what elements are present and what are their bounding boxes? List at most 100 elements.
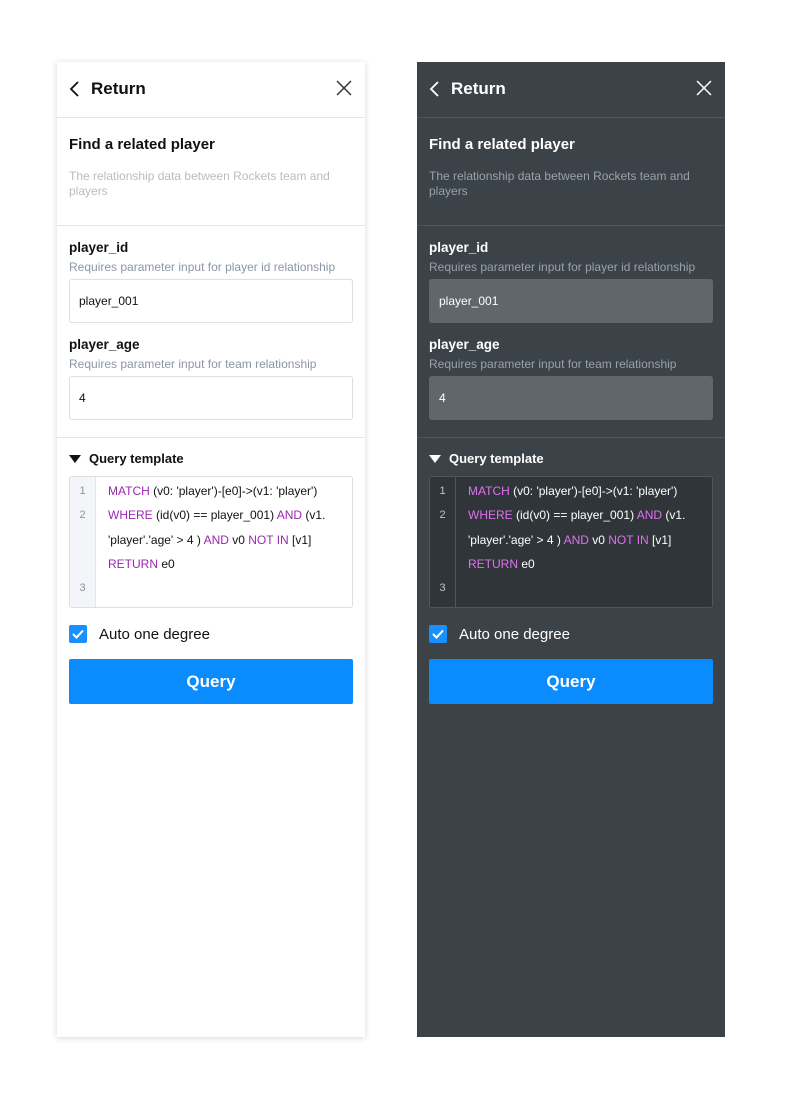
- player-age-input[interactable]: 4: [429, 376, 713, 420]
- code-text: (v1.: [302, 508, 326, 523]
- line-number: 1: [79, 485, 86, 497]
- return-label: Return: [451, 79, 506, 98]
- query-panel-dark: Return Find a related player The relatio…: [417, 62, 725, 1037]
- code-keyword: RETURN: [108, 556, 158, 571]
- code-text: 'player'.'age' > 4 ): [108, 532, 204, 547]
- intro-section: Find a related player The relationship d…: [57, 118, 365, 226]
- param-player-age: player_age Requires parameter input for …: [69, 337, 353, 420]
- query-button[interactable]: Query: [429, 659, 713, 704]
- code-line: 'player'.'age' > 4 ) AND v0 NOT IN [v1]: [108, 533, 352, 557]
- chevron-left-icon: [429, 81, 439, 97]
- close-icon[interactable]: [335, 79, 353, 97]
- code-editor[interactable]: 1 2 3 MATCH (v0: 'player')-[e0]->(v1: 'pla…: [429, 476, 713, 608]
- line-number: [70, 533, 95, 557]
- code-text: (id(v0) == player_001): [152, 508, 277, 523]
- caret-down-icon: [69, 454, 81, 463]
- code-content[interactable]: MATCH (v0: 'player')-[e0]->(v1: 'player'…: [456, 477, 712, 607]
- checkbox-checked-icon[interactable]: [69, 625, 87, 643]
- query-template-section: Query template 1 2 3 MATCH (v0: 'player')-…: [57, 438, 365, 704]
- line-number: [430, 557, 455, 581]
- player-age-input[interactable]: 4: [69, 376, 353, 420]
- code-text: [v1]: [648, 532, 672, 547]
- auto-one-degree-checkbox[interactable]: Auto one degree: [429, 625, 713, 643]
- param-label: player_id: [69, 240, 129, 255]
- code-keyword: AND: [276, 508, 303, 523]
- param-player-id: player_id Requires parameter input for p…: [69, 240, 353, 323]
- code-text: e0: [158, 556, 175, 571]
- query-template-section: Query template 1 2 3 MATCH (v0: 'player')-…: [417, 438, 725, 704]
- parameters-section: player_id Requires parameter input for p…: [417, 226, 725, 438]
- code-text: [v1]: [288, 532, 312, 547]
- code-line: WHERE (id(v0) == player_001) AND (v1.: [468, 508, 712, 532]
- code-keyword: RETURN: [468, 556, 518, 571]
- code-text: e0: [518, 556, 535, 571]
- code-keyword: AND: [636, 508, 663, 523]
- player-id-input[interactable]: player_001: [69, 279, 353, 323]
- code-line: WHERE (id(v0) == player_001) AND (v1.: [108, 508, 352, 532]
- code-keyword: MATCH: [468, 484, 510, 498]
- page-description: The relationship data between Rockets te…: [429, 169, 690, 198]
- close-icon[interactable]: [695, 79, 713, 97]
- caret-down-icon: [429, 454, 441, 463]
- param-hint: Requires parameter input for player id r…: [69, 260, 336, 274]
- page-title: Find a related player: [69, 136, 215, 153]
- player-id-input[interactable]: player_001: [429, 279, 713, 323]
- panel-header: Return: [57, 62, 365, 118]
- code-keyword: WHERE: [108, 508, 153, 523]
- code-content[interactable]: MATCH (v0: 'player')-[e0]->(v1: 'player'…: [96, 477, 352, 607]
- code-line: RETURN e0: [108, 557, 352, 581]
- panel-header: Return: [417, 62, 725, 118]
- code-text: v0: [588, 532, 609, 547]
- line-number: 3: [439, 582, 446, 595]
- auto-one-degree-label: Auto one degree: [99, 625, 210, 643]
- page-title: Find a related player: [429, 136, 575, 153]
- code-line: 'player'.'age' > 4 ) AND v0 NOT IN [v1]: [468, 533, 712, 557]
- chevron-left-icon: [69, 81, 79, 97]
- code-text: (v0: 'player')-[e0]->(v1: 'player'): [149, 484, 318, 498]
- param-label: player_age: [429, 337, 500, 352]
- code-keyword: AND: [203, 532, 229, 547]
- code-keyword: MATCH: [108, 484, 150, 498]
- line-number: 2: [79, 509, 86, 522]
- return-label: Return: [91, 79, 146, 98]
- code-text: (v1.: [662, 508, 686, 523]
- line-number: 2: [439, 509, 446, 522]
- code-line: MATCH (v0: 'player')-[e0]->(v1: 'player'…: [468, 484, 712, 508]
- code-text: (v0: 'player')-[e0]->(v1: 'player'): [509, 484, 678, 498]
- query-panel-light: Return Find a related player The relatio…: [57, 62, 365, 1037]
- param-hint: Requires parameter input for team relati…: [69, 357, 317, 371]
- page-description: The relationship data between Rockets te…: [69, 169, 330, 198]
- line-number: 3: [79, 582, 86, 595]
- param-label: player_age: [69, 337, 140, 352]
- param-hint: Requires parameter input for player id r…: [429, 260, 696, 274]
- param-player-age: player_age Requires parameter input for …: [429, 337, 713, 420]
- code-keyword: WHERE: [468, 508, 513, 523]
- query-template-label: Query template: [449, 451, 544, 466]
- line-number-gutter: 1 2 3: [430, 477, 456, 607]
- query-template-toggle[interactable]: Query template: [429, 451, 713, 466]
- code-keyword: AND: [563, 532, 589, 547]
- code-text: v0: [228, 532, 249, 547]
- checkbox-checked-icon[interactable]: [429, 625, 447, 643]
- intro-section: Find a related player The relationship d…: [417, 118, 725, 226]
- line-number: 1: [439, 485, 446, 497]
- code-keyword: NOT IN: [248, 532, 289, 547]
- query-template-toggle[interactable]: Query template: [69, 451, 353, 466]
- param-player-id: player_id Requires parameter input for p…: [429, 240, 713, 323]
- return-button[interactable]: Return: [69, 79, 146, 99]
- code-text: (id(v0) == player_001): [512, 508, 637, 523]
- query-button[interactable]: Query: [69, 659, 353, 704]
- code-editor[interactable]: 1 2 3 MATCH (v0: 'player')-[e0]->(v1: 'pla…: [69, 476, 353, 608]
- code-line: RETURN e0: [468, 557, 712, 581]
- auto-one-degree-checkbox[interactable]: Auto one degree: [69, 625, 353, 643]
- return-button[interactable]: Return: [429, 79, 506, 99]
- param-hint: Requires parameter input for team relati…: [429, 357, 677, 371]
- code-keyword: NOT IN: [608, 532, 649, 547]
- auto-one-degree-label: Auto one degree: [459, 625, 570, 643]
- line-number: [430, 533, 455, 557]
- code-line: MATCH (v0: 'player')-[e0]->(v1: 'player'…: [108, 484, 352, 508]
- parameters-section: player_id Requires parameter input for p…: [57, 226, 365, 438]
- query-template-label: Query template: [89, 451, 184, 466]
